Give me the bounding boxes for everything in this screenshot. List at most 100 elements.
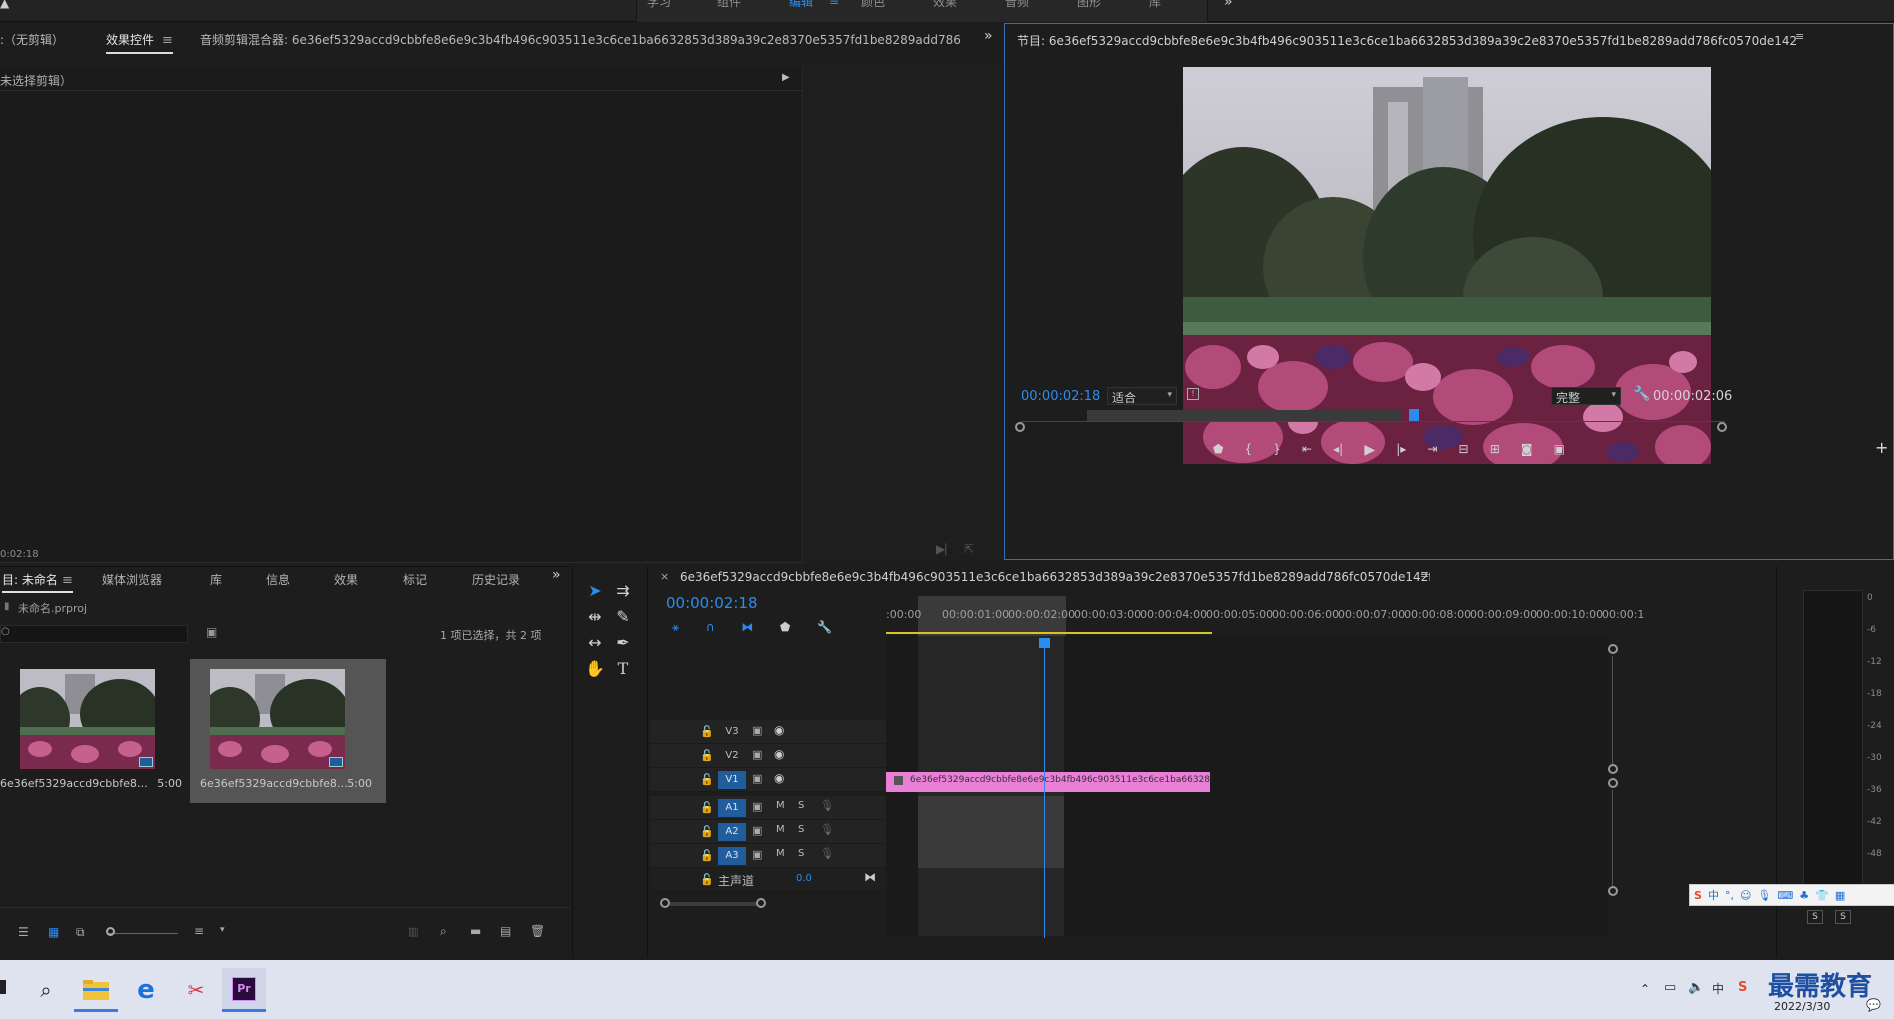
vscroll-audio-top[interactable] xyxy=(1608,778,1618,788)
ime-punct[interactable]: °, xyxy=(1725,889,1734,902)
lift-icon[interactable]: ⊟ xyxy=(1459,442,1469,462)
camera-icon[interactable]: ◙ xyxy=(1521,442,1533,462)
track-name-v1[interactable]: V1 xyxy=(718,771,746,789)
eye-icon[interactable]: ◉ xyxy=(774,723,784,737)
wrench-icon[interactable]: 🔧 xyxy=(1633,386,1650,402)
track-header-a1[interactable]: 🔓 A1 ▣ M S 🎙 xyxy=(650,796,886,820)
lock-icon[interactable]: 🔓 xyxy=(700,849,714,862)
workspace-audio[interactable]: 音频 xyxy=(1005,0,1029,10)
start-icon[interactable] xyxy=(0,980,6,994)
track-select-tool-icon[interactable]: ⇉ xyxy=(611,578,635,602)
track-header-v1[interactable]: 🔓 V1 ▣ ◉ xyxy=(650,768,886,792)
master-volume-value[interactable]: 0.0 xyxy=(796,873,812,884)
new-item-icon[interactable]: ▤ xyxy=(500,924,511,938)
mute-button[interactable]: M xyxy=(776,848,785,859)
tab-info[interactable]: 信息 xyxy=(266,571,290,588)
solo-button-right[interactable]: S xyxy=(1835,910,1851,924)
workspace-learn[interactable]: 学习 xyxy=(647,0,671,10)
add-marker-icon[interactable]: ⬟ xyxy=(780,620,790,636)
timeline-timecode[interactable]: 00:00:02:18 xyxy=(666,594,758,612)
ime-tools[interactable]: 👕 xyxy=(1815,889,1829,902)
panel-menu-icon[interactable]: ≡ xyxy=(158,33,173,48)
tab-effects[interactable]: 效果 xyxy=(334,571,358,588)
track-name-a1[interactable]: A1 xyxy=(718,799,746,817)
workspace-overflow-button[interactable]: » xyxy=(1224,0,1233,10)
project-item[interactable]: 6e36ef5329accd9cbbfe8e6e9... 5:00 xyxy=(0,659,196,803)
automate-to-sequence-icon[interactable]: ▥ xyxy=(408,925,418,938)
safe-margins-icon[interactable]: ! xyxy=(1187,388,1199,400)
tab-libraries[interactable]: 库 xyxy=(210,571,222,588)
tab-effect-controls[interactable]: 效果控件 ≡ xyxy=(106,31,173,54)
expand-arrow-icon[interactable]: ▶ xyxy=(782,72,790,83)
export-frame-icon[interactable]: ⇱ xyxy=(964,542,974,556)
razor-tool-icon[interactable]: ✎ xyxy=(611,604,635,628)
ime-logo[interactable]: S xyxy=(1694,889,1702,902)
chevron-down-icon[interactable]: ▾ xyxy=(220,925,225,935)
sync-lock-icon[interactable]: ▣ xyxy=(752,748,762,761)
trash-icon[interactable]: 🗑 xyxy=(530,924,545,938)
ripple-edit-tool-icon[interactable]: ⇹ xyxy=(583,604,607,628)
horizontal-scrollbar[interactable] xyxy=(670,902,758,906)
volume-icon[interactable]: 🔈 xyxy=(1688,980,1704,995)
workspace-assembly[interactable]: 组件 xyxy=(717,0,741,10)
playhead-handle[interactable] xyxy=(1039,638,1050,648)
solo-button[interactable]: S xyxy=(798,800,804,811)
program-scrub-bar[interactable] xyxy=(1021,421,1725,422)
add-button-icon[interactable]: + xyxy=(1875,438,1888,457)
extract-icon[interactable]: ⊞ xyxy=(1490,442,1500,462)
panel-menu-icon[interactable]: ≡ xyxy=(58,573,73,588)
scroll-handle-right[interactable] xyxy=(1717,422,1727,432)
eye-icon[interactable]: ◉ xyxy=(774,747,784,761)
go-to-out-icon[interactable]: ⇥ xyxy=(1427,442,1437,462)
network-icon[interactable]: ▭ xyxy=(1664,980,1676,995)
sync-lock-icon[interactable]: ▣ xyxy=(752,824,762,837)
track-header-master[interactable]: 🔓 主声道 0.0 ⧓ xyxy=(650,868,886,892)
ime-mode[interactable]: 中 xyxy=(1708,887,1719,903)
lock-icon[interactable]: 🔓 xyxy=(700,725,714,738)
go-to-in-icon[interactable]: ⇤ xyxy=(1302,442,1312,462)
scroll-handle-left[interactable] xyxy=(1015,422,1025,432)
microphone-icon[interactable]: 🎙 xyxy=(820,847,834,860)
workspace-editing[interactable]: 编辑 xyxy=(789,0,813,10)
workspace-effects[interactable]: 效果 xyxy=(933,0,957,10)
ime-skin[interactable]: ♣ xyxy=(1799,889,1809,902)
eye-icon[interactable]: ◉ xyxy=(774,771,784,785)
track-name-a3[interactable]: A3 xyxy=(718,847,746,865)
tab-markers[interactable]: 标记 xyxy=(403,571,427,588)
tab-history[interactable]: 历史记录 xyxy=(472,571,520,588)
hand-tool-icon[interactable]: ✋ xyxy=(583,656,607,680)
program-menu-icon[interactable]: ≡ xyxy=(1795,30,1804,43)
panel-menu-icon[interactable]: ≡ xyxy=(1420,568,1429,581)
wrench-icon[interactable]: 🔧 xyxy=(817,620,832,636)
pen-tool-icon[interactable]: ✒ xyxy=(611,630,635,654)
vscroll-audio-bottom[interactable] xyxy=(1608,886,1618,896)
fit-dropdown[interactable]: 适合 ▾ xyxy=(1107,387,1177,405)
vertical-scrollbar[interactable] xyxy=(1612,656,1613,764)
find-icon[interactable]: ⌕ xyxy=(440,924,447,939)
track-header-a2[interactable]: 🔓 A2 ▣ M S 🎙 xyxy=(650,820,886,844)
tab-source[interactable]: :（无剪辑） xyxy=(0,31,64,48)
sync-lock-icon[interactable]: ▣ xyxy=(752,724,762,737)
panel-overflow-button[interactable]: » xyxy=(552,567,561,583)
workspace-color[interactable]: 颜色 xyxy=(861,0,885,10)
video-clip[interactable]: 6e36ef5329accd9cbbfe8e6e9c3b4fb496c90351… xyxy=(886,772,1210,792)
step-back-icon[interactable]: ◂| xyxy=(1333,442,1343,462)
mark-in-icon[interactable]: { xyxy=(1245,442,1253,462)
program-playhead[interactable] xyxy=(1409,409,1419,421)
list-view-icon[interactable]: ☰ xyxy=(18,925,29,939)
zoom-slider[interactable] xyxy=(108,933,178,934)
tab-audio-clip-mixer[interactable]: 音频剪辑混合器: 6e36ef5329accd9cbbfe8e6e9c3b4fb… xyxy=(200,31,960,48)
linked-selection-icon[interactable]: ⧓ xyxy=(741,620,753,636)
vscroll-handle-top[interactable] xyxy=(1608,644,1618,654)
audio-vertical-scrollbar[interactable] xyxy=(1612,790,1613,886)
play-icon[interactable]: ▶ xyxy=(1364,442,1375,462)
mark-out-icon[interactable]: } xyxy=(1273,442,1281,462)
ime-toolbar[interactable]: S 中 °, ☺ 🎙 ⌨ ♣ 👕 ▦ xyxy=(1689,884,1894,906)
icon-view-icon[interactable]: ▦ xyxy=(48,925,59,939)
snipping-tool-icon[interactable]: ✂ xyxy=(174,968,218,1012)
hscroll-handle-right[interactable] xyxy=(756,898,766,908)
ime-voice[interactable]: 🎙 xyxy=(1757,889,1771,902)
ime-menu[interactable]: ▦ xyxy=(1835,889,1845,902)
nest-icon[interactable]: ⚹ xyxy=(672,620,679,636)
solo-button[interactable]: S xyxy=(798,824,804,835)
